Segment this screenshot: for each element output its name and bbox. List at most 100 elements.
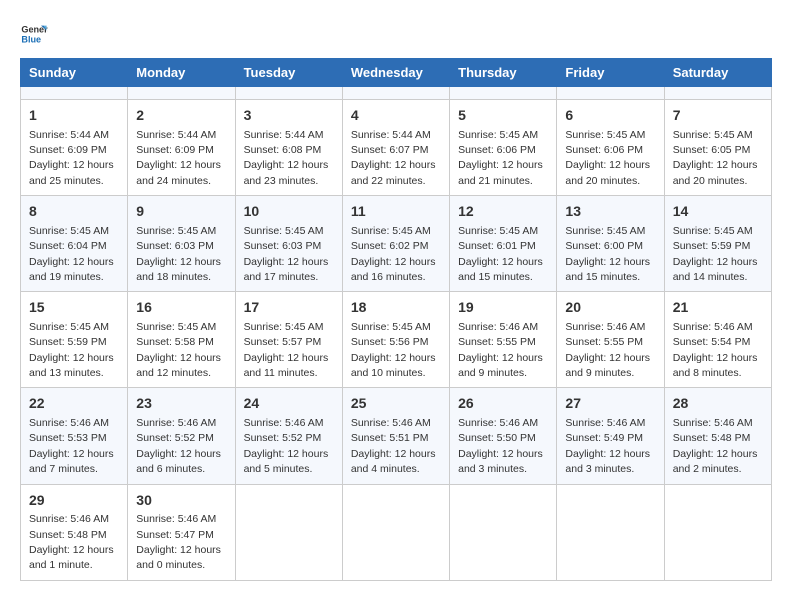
day-detail: Sunrise: 5:46 AM Sunset: 5:53 PM Dayligh… (29, 417, 114, 475)
calendar-cell: 29Sunrise: 5:46 AM Sunset: 5:48 PM Dayli… (21, 484, 128, 580)
calendar-cell: 3 Sunrise: 5:44 AM Sunset: 6:08 PM Daylig… (235, 100, 342, 196)
day-detail: Sunrise: 5:45 AM Sunset: 6:06 PM Dayligh… (458, 129, 543, 187)
day-detail: Sunrise: 5:45 AM Sunset: 5:58 PM Dayligh… (136, 321, 221, 379)
day-detail: Sunrise: 5:45 AM Sunset: 6:03 PM Dayligh… (244, 225, 329, 283)
col-header-wednesday: Wednesday (342, 59, 449, 87)
calendar-cell: 2 Sunrise: 5:44 AM Sunset: 6:09 PM Daylig… (128, 100, 235, 196)
day-number: 13 (565, 202, 655, 222)
calendar-cell (128, 87, 235, 100)
day-detail: Sunrise: 5:44 AM Sunset: 6:09 PM Dayligh… (29, 129, 114, 187)
day-detail: Sunrise: 5:45 AM Sunset: 6:03 PM Dayligh… (136, 225, 221, 283)
day-detail: Sunrise: 5:45 AM Sunset: 5:59 PM Dayligh… (29, 321, 114, 379)
day-number: 22 (29, 394, 119, 414)
day-number: 11 (351, 202, 441, 222)
calendar-cell: 7Sunrise: 5:45 AM Sunset: 6:05 PM Daylig… (664, 100, 771, 196)
calendar-cell: 8Sunrise: 5:45 AM Sunset: 6:04 PM Daylig… (21, 196, 128, 292)
day-detail: Sunrise: 5:46 AM Sunset: 5:55 PM Dayligh… (565, 321, 650, 379)
svg-text:Blue: Blue (21, 34, 41, 44)
header: General Blue (20, 20, 772, 48)
day-detail: Sunrise: 5:45 AM Sunset: 6:01 PM Dayligh… (458, 225, 543, 283)
column-headers: SundayMondayTuesdayWednesdayThursdayFrid… (21, 59, 772, 87)
calendar-cell: 23Sunrise: 5:46 AM Sunset: 5:52 PM Dayli… (128, 388, 235, 484)
calendar-cell (450, 484, 557, 580)
day-detail: Sunrise: 5:46 AM Sunset: 5:55 PM Dayligh… (458, 321, 543, 379)
day-number: 29 (29, 491, 119, 511)
day-detail: Sunrise: 5:46 AM Sunset: 5:47 PM Dayligh… (136, 513, 221, 571)
day-detail: Sunrise: 5:46 AM Sunset: 5:52 PM Dayligh… (244, 417, 329, 475)
day-detail: Sunrise: 5:44 AM Sunset: 6:09 PM Dayligh… (136, 129, 221, 187)
day-detail: Sunrise: 5:46 AM Sunset: 5:50 PM Dayligh… (458, 417, 543, 475)
day-detail: Sunrise: 5:46 AM Sunset: 5:54 PM Dayligh… (673, 321, 758, 379)
calendar-cell (235, 484, 342, 580)
calendar-cell: 10 Sunrise: 5:45 AM Sunset: 6:03 PM Dayli… (235, 196, 342, 292)
day-number: 10 (244, 202, 334, 222)
logo: General Blue (20, 20, 48, 48)
col-header-thursday: Thursday (450, 59, 557, 87)
day-number: 27 (565, 394, 655, 414)
week-row-2: 1 Sunrise: 5:44 AM Sunset: 6:09 PM Daylig… (21, 100, 772, 196)
col-header-sunday: Sunday (21, 59, 128, 87)
calendar-cell: 24 Sunrise: 5:46 AM Sunset: 5:52 PM Dayli… (235, 388, 342, 484)
day-number: 26 (458, 394, 548, 414)
calendar-cell: 4 Sunrise: 5:44 AM Sunset: 6:07 PM Daylig… (342, 100, 449, 196)
logo-icon: General Blue (20, 20, 48, 48)
day-number: 12 (458, 202, 548, 222)
col-header-friday: Friday (557, 59, 664, 87)
day-detail: Sunrise: 5:46 AM Sunset: 5:49 PM Dayligh… (565, 417, 650, 475)
day-detail: Sunrise: 5:45 AM Sunset: 5:57 PM Dayligh… (244, 321, 329, 379)
calendar-cell: 21 Sunrise: 5:46 AM Sunset: 5:54 PM Dayli… (664, 292, 771, 388)
day-number: 3 (244, 106, 334, 126)
calendar-cell: 13 Sunrise: 5:45 AM Sunset: 6:00 PM Dayli… (557, 196, 664, 292)
calendar-cell: 15Sunrise: 5:45 AM Sunset: 5:59 PM Dayli… (21, 292, 128, 388)
day-number: 28 (673, 394, 763, 414)
day-number: 4 (351, 106, 441, 126)
calendar-cell: 19 Sunrise: 5:46 AM Sunset: 5:55 PM Dayli… (450, 292, 557, 388)
calendar-cell: 1 Sunrise: 5:44 AM Sunset: 6:09 PM Daylig… (21, 100, 128, 196)
calendar-cell: 20 Sunrise: 5:46 AM Sunset: 5:55 PM Dayli… (557, 292, 664, 388)
day-number: 18 (351, 298, 441, 318)
calendar-cell (342, 87, 449, 100)
day-number: 20 (565, 298, 655, 318)
calendar-cell: 11 Sunrise: 5:45 AM Sunset: 6:02 PM Dayli… (342, 196, 449, 292)
day-number: 1 (29, 106, 119, 126)
day-detail: Sunrise: 5:45 AM Sunset: 6:06 PM Dayligh… (565, 129, 650, 187)
calendar-cell: 12 Sunrise: 5:45 AM Sunset: 6:01 PM Dayli… (450, 196, 557, 292)
day-detail: Sunrise: 5:44 AM Sunset: 6:08 PM Dayligh… (244, 129, 329, 187)
week-row-1 (21, 87, 772, 100)
day-number: 2 (136, 106, 226, 126)
day-number: 6 (565, 106, 655, 126)
calendar-cell: 28 Sunrise: 5:46 AM Sunset: 5:48 PM Dayli… (664, 388, 771, 484)
day-number: 21 (673, 298, 763, 318)
week-row-4: 15Sunrise: 5:45 AM Sunset: 5:59 PM Dayli… (21, 292, 772, 388)
week-row-3: 8Sunrise: 5:45 AM Sunset: 6:04 PM Daylig… (21, 196, 772, 292)
calendar-cell: 25Sunrise: 5:46 AM Sunset: 5:51 PM Dayli… (342, 388, 449, 484)
calendar-cell: 9Sunrise: 5:45 AM Sunset: 6:03 PM Daylig… (128, 196, 235, 292)
day-detail: Sunrise: 5:45 AM Sunset: 5:56 PM Dayligh… (351, 321, 436, 379)
day-detail: Sunrise: 5:45 AM Sunset: 5:59 PM Dayligh… (673, 225, 758, 283)
day-detail: Sunrise: 5:46 AM Sunset: 5:48 PM Dayligh… (673, 417, 758, 475)
day-number: 25 (351, 394, 441, 414)
calendar-cell: 18 Sunrise: 5:45 AM Sunset: 5:56 PM Dayli… (342, 292, 449, 388)
day-number: 19 (458, 298, 548, 318)
day-number: 17 (244, 298, 334, 318)
calendar-cell: 26 Sunrise: 5:46 AM Sunset: 5:50 PM Dayli… (450, 388, 557, 484)
day-detail: Sunrise: 5:45 AM Sunset: 6:05 PM Dayligh… (673, 129, 758, 187)
day-detail: Sunrise: 5:45 AM Sunset: 6:02 PM Dayligh… (351, 225, 436, 283)
day-detail: Sunrise: 5:44 AM Sunset: 6:07 PM Dayligh… (351, 129, 436, 187)
day-detail: Sunrise: 5:45 AM Sunset: 6:00 PM Dayligh… (565, 225, 650, 283)
day-number: 5 (458, 106, 548, 126)
calendar-cell (235, 87, 342, 100)
calendar-cell (557, 87, 664, 100)
day-detail: Sunrise: 5:45 AM Sunset: 6:04 PM Dayligh… (29, 225, 114, 283)
col-header-monday: Monday (128, 59, 235, 87)
col-header-tuesday: Tuesday (235, 59, 342, 87)
day-detail: Sunrise: 5:46 AM Sunset: 5:48 PM Dayligh… (29, 513, 114, 571)
calendar-cell (342, 484, 449, 580)
calendar-cell (450, 87, 557, 100)
calendar-cell: 22 Sunrise: 5:46 AM Sunset: 5:53 PM Dayli… (21, 388, 128, 484)
day-number: 24 (244, 394, 334, 414)
calendar-cell (557, 484, 664, 580)
calendar-cell: 14Sunrise: 5:45 AM Sunset: 5:59 PM Dayli… (664, 196, 771, 292)
calendar-cell (664, 87, 771, 100)
col-header-saturday: Saturday (664, 59, 771, 87)
